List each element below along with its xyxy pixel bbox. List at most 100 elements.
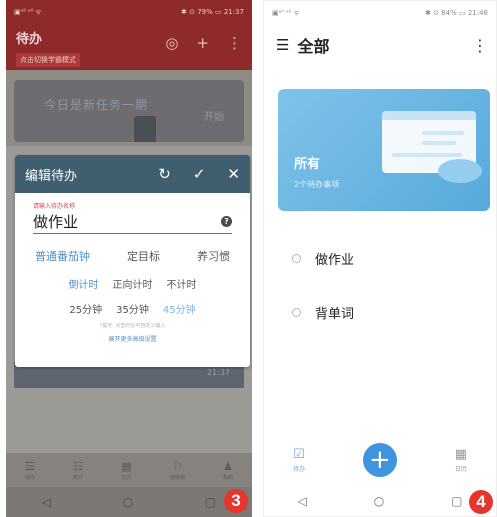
back-icon[interactable]: ◁ xyxy=(42,495,51,509)
timer-none[interactable]: 不计时 xyxy=(167,276,197,291)
dialog-title: 编辑待办 xyxy=(25,168,78,184)
todo-name-field[interactable]: 做作业 ? xyxy=(33,210,232,234)
more-icon[interactable]: ⋮ xyxy=(227,34,242,52)
help-icon[interactable]: ? xyxy=(221,216,232,227)
nav-calendar[interactable]: ▦ 日历 xyxy=(121,460,131,481)
duration-35[interactable]: 35分钟 xyxy=(116,301,149,316)
nav-circle[interactable]: ⚐ 自律圈 xyxy=(170,460,185,481)
timer-options: 倒计时 正向计时 不计时 xyxy=(33,276,232,291)
list-item[interactable]: 背单词 xyxy=(264,285,496,339)
cup-illustration xyxy=(134,116,156,142)
todo-name-input[interactable]: 做作业 xyxy=(33,211,78,232)
status-signal: ▣ᵃˡˡ ᵃˡˡ ᯤ xyxy=(14,7,42,16)
step-badge-3: 3 xyxy=(224,489,248,513)
app-header: 待办 点击切换学霸模式 ◎ + ⋮ xyxy=(6,24,252,70)
system-nav-bar: ◁ ○ ▢ xyxy=(6,487,252,517)
calendar-icon: ▦ xyxy=(121,459,132,473)
todo-icon: ☑ xyxy=(293,447,305,462)
stats-icon: ☷ xyxy=(73,459,84,473)
recents-icon[interactable]: ▢ xyxy=(451,494,462,508)
status-signal: ▣ᵃˡˡ ᵃˡˡ ᯤ xyxy=(272,8,300,17)
mode-build-habit[interactable]: 养习惯 xyxy=(197,248,230,264)
mode-options: 普通番茄钟 定目标 养习惯 xyxy=(33,248,232,264)
all-todos-card[interactable]: 所有 2个待办事项 xyxy=(278,89,490,211)
page-title-wrap: ☰ 全部 xyxy=(276,33,329,57)
step-badge-4: 4 xyxy=(469,490,493,514)
nav-circle-label: 自律圈 xyxy=(169,474,185,481)
illustration-blob xyxy=(438,159,482,183)
nav-calendar-label: 日历 xyxy=(121,474,132,481)
nav-calendar-label: 日历 xyxy=(454,466,467,473)
list-icon: ☰ xyxy=(25,459,35,473)
header-icons: ◎ + ⋮ xyxy=(165,34,242,52)
radio-icon[interactable] xyxy=(292,253,301,263)
todo-list: 做作业 背单词 xyxy=(264,231,496,339)
add-todo-button[interactable]: + xyxy=(362,443,397,477)
card-title: 所有 xyxy=(294,157,321,172)
back-icon[interactable]: ◁ xyxy=(297,494,306,508)
illustration-line xyxy=(422,131,464,135)
confirm-icon[interactable]: ✓ xyxy=(193,165,206,183)
illustration-line xyxy=(422,141,456,145)
person-icon: ♟ xyxy=(222,459,233,473)
nav-me-label: 我的 xyxy=(222,474,233,481)
calendar-icon: ▦ xyxy=(454,447,468,462)
todo-name-label: 请输入待办名称 xyxy=(33,203,76,210)
close-icon[interactable]: ✕ xyxy=(227,165,240,183)
edit-todo-dialog: 编辑待办 ↻ ✓ ✕ 请输入待办名称 做作业 ? 普通番茄钟 定目标 养习惯 倒… xyxy=(15,155,250,367)
nav-calendar[interactable]: ▦ 日历 xyxy=(455,447,467,473)
recents-icon[interactable]: ▢ xyxy=(205,495,216,509)
illustration-line xyxy=(392,153,462,157)
list-item-label: 背单词 xyxy=(315,306,355,322)
study-mode-toggle[interactable]: 点击切换学霸模式 xyxy=(16,53,80,67)
dialog-body: 请输入待办名称 做作业 ? 普通番茄钟 定目标 养习惯 倒计时 正向计时 不计时… xyxy=(15,193,250,343)
flag-icon: ⚐ xyxy=(172,459,183,473)
status-bar: ▣ᵃˡˡ ᵃˡˡ ᯤ ✱ ⊙ 79% ▭ 21:37 xyxy=(6,0,252,24)
banner-start: 开始 xyxy=(204,112,224,123)
more-icon[interactable]: ⋮ xyxy=(472,36,488,55)
duration-45[interactable]: 45分钟 xyxy=(163,301,196,316)
mode-set-goal[interactable]: 定目标 xyxy=(127,248,160,264)
bottom-nav: ☑ 待办 + ▦ 日历 xyxy=(264,434,496,486)
duration-25[interactable]: 25分钟 xyxy=(69,301,102,316)
nav-me[interactable]: ♟ 我的 xyxy=(223,460,233,481)
right-phone-screen: ▣ᵃˡˡ ᵃˡˡ ᯤ ✱ ⊙ 84% ▭ 21:48 ☰ 全部 ⋮ 所有 2个待… xyxy=(263,0,497,517)
card-illustration xyxy=(382,111,482,183)
nav-todo[interactable]: ☰ 待办 xyxy=(25,460,35,481)
dialog-header: 编辑待办 ↻ ✓ ✕ xyxy=(15,155,250,193)
duration-options: 25分钟 35分钟 45分钟 xyxy=(33,301,232,316)
left-phone-screen: ▣ᵃˡˡ ᵃˡˡ ᯤ ✱ ⊙ 79% ▭ 21:37 待办 点击切换学霸模式 ◎… xyxy=(6,0,252,517)
advanced-settings-link[interactable]: 展开更多高级设置 xyxy=(33,334,232,343)
refresh-icon[interactable]: ↻ xyxy=(158,165,171,183)
dialog-actions: ↻ ✓ ✕ xyxy=(158,165,240,183)
todo-card-time: 21:37 xyxy=(206,368,230,377)
timer-countup[interactable]: 正向计时 xyxy=(113,276,153,291)
status-battery-time: ✱ ⊙ 79% ▭ 21:37 xyxy=(181,8,244,16)
nav-todo-label: 待办 xyxy=(292,466,305,473)
nav-todo-label: 待办 xyxy=(25,474,36,481)
nav-stats[interactable]: ☷ 统计 xyxy=(73,460,83,481)
list-item[interactable]: 做作业 xyxy=(264,231,496,285)
duration-hint: *提示: 点击时长可自定义输入 xyxy=(99,323,166,329)
status-bar: ▣ᵃˡˡ ᵃˡˡ ᯤ ✱ ⊙ 84% ▭ 21:48 xyxy=(264,1,496,25)
bottom-nav: ☰ 待办 ☷ 统计 ▦ 日历 ⚐ 自律圈 ♟ 我的 xyxy=(6,453,252,487)
clock-icon[interactable]: ◎ xyxy=(165,34,178,52)
system-nav-bar: ◁ ○ ▢ xyxy=(264,486,496,516)
card-subtitle: 2个待办事项 xyxy=(294,180,340,189)
status-battery-time: ✱ ⊙ 84% ▭ 21:48 xyxy=(425,9,488,17)
add-icon[interactable]: + xyxy=(196,34,209,52)
motivation-banner[interactable]: 今日是新任务一期 开始 xyxy=(14,80,244,142)
timer-countdown[interactable]: 倒计时 xyxy=(69,276,99,291)
menu-icon[interactable]: ☰ xyxy=(276,36,289,54)
nav-todo[interactable]: ☑ 待办 xyxy=(293,447,305,473)
page-title: 全部 xyxy=(297,37,330,56)
home-icon[interactable]: ○ xyxy=(123,495,133,509)
radio-icon[interactable] xyxy=(292,307,301,317)
mode-normal-pomodoro[interactable]: 普通番茄钟 xyxy=(35,248,90,264)
nav-stats-label: 统计 xyxy=(73,474,84,481)
app-header: ☰ 全部 ⋮ xyxy=(264,25,496,65)
list-item-label: 做作业 xyxy=(315,252,355,268)
illustration-bar xyxy=(382,111,476,120)
home-icon[interactable]: ○ xyxy=(374,494,384,508)
banner-text: 今日是新任务一期 xyxy=(44,98,149,112)
